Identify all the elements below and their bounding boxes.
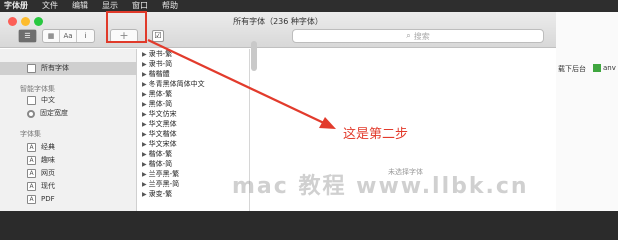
disclosure-triangle-icon[interactable]: ▶ — [142, 171, 147, 178]
window-titlebar: 所有字体（236 种字体） ☰ ▦ Aa i + ☑ ⌕ 搜索 — [0, 12, 556, 48]
screen: 字体册 文件 编辑 显示 窗口 帮助 载下后台 anv 所有字体（236 种字体… — [0, 0, 618, 211]
list-item[interactable]: ▶ 兰亭黑-繁 — [142, 170, 179, 179]
font-collection-icon: A — [27, 156, 36, 165]
font-family-name: 华文宋体 — [148, 140, 177, 148]
sidebar-item-all-fonts[interactable]: 所有字体 — [0, 62, 137, 75]
disclosure-triangle-icon[interactable]: ▶ — [142, 91, 147, 98]
view-mode-segmented: ▦ Aa i — [42, 29, 95, 43]
font-family-name: 冬青黑体简体中文 — [148, 80, 205, 88]
list-item[interactable]: ▶ 楷体-简 — [142, 160, 172, 169]
sample-view-icon[interactable]: Aa — [60, 30, 77, 42]
disclosure-triangle-icon[interactable]: ▶ — [142, 51, 147, 58]
sidebar-view-toggle: ☰ — [18, 29, 37, 43]
background-app-window — [556, 12, 618, 211]
font-collection-icon — [27, 64, 36, 73]
font-family-name: 华文黑体 — [148, 120, 177, 128]
font-family-name: 华文楷体 — [148, 130, 177, 138]
annotation-label: 这是第二步 — [343, 127, 409, 142]
disclosure-triangle-icon[interactable]: ▶ — [142, 61, 147, 68]
smart-collections-heading: 智能字体集 — [20, 85, 55, 93]
menu-help[interactable]: 帮助 — [162, 0, 178, 12]
list-item[interactable]: ▶ 隶书-繁 — [142, 50, 172, 59]
list-item[interactable]: ▶ 华文黑体 — [142, 120, 177, 129]
list-item[interactable]: ▶ 华文宋体 — [142, 140, 177, 149]
disclosure-triangle-icon[interactable]: ▶ — [142, 151, 147, 158]
gear-icon — [27, 109, 35, 118]
font-collection-icon: A — [27, 143, 36, 152]
background-app-text-2: anv — [603, 64, 616, 72]
background-app-text: 载下后台 — [558, 65, 586, 73]
sidebar-item-modern[interactable]: A 现代 — [0, 180, 137, 193]
font-family-name: 隶变-繁 — [148, 190, 173, 198]
list-item[interactable]: ▶ 隶变-繁 — [142, 190, 172, 199]
font-family-name: 黑体-简 — [148, 100, 173, 108]
sidebar-item-label: 所有字体 — [41, 64, 69, 72]
sidebar-item-label: 经典 — [41, 143, 55, 151]
font-family-name: 楷体-繁 — [148, 150, 173, 158]
disclosure-triangle-icon[interactable]: ▶ — [142, 161, 147, 168]
font-collection-icon: A — [27, 169, 36, 178]
sidebar-item-label: 固定宽度 — [40, 109, 68, 117]
sidebar-item-label: 趣味 — [41, 156, 55, 164]
sidebar-item-label: 网页 — [41, 169, 55, 177]
watermark: mac 教程 www.llbk.cn — [232, 174, 529, 199]
search-field[interactable]: ⌕ 搜索 — [292, 29, 544, 43]
list-item[interactable]: ▶ 楷楷體 — [142, 70, 170, 79]
list-item[interactable]: ▶ 华文仿宋 — [142, 110, 177, 119]
disclosure-triangle-icon[interactable]: ▶ — [142, 101, 147, 108]
font-family-name: 隶书-繁 — [148, 50, 173, 58]
font-list-scrollbar[interactable] — [251, 41, 257, 71]
list-item[interactable]: ▶ 黑体-繁 — [142, 90, 172, 99]
sidebar-item-label: PDF — [41, 195, 55, 203]
disclosure-triangle-icon[interactable]: ▶ — [142, 141, 147, 148]
list-item[interactable]: ▶ 冬青黑体简体中文 — [142, 80, 205, 89]
window-title: 所有字体（236 种字体） — [233, 17, 323, 26]
sidebar-item-web[interactable]: A 网页 — [0, 167, 137, 180]
font-family-name: 华文仿宋 — [148, 110, 177, 118]
font-family-name: 楷体-简 — [148, 160, 173, 168]
disclosure-triangle-icon[interactable]: ▶ — [142, 191, 147, 198]
annotation-highlight-box — [106, 11, 147, 43]
list-item[interactable]: ▶ 黑体-简 — [142, 100, 172, 109]
validate-checkbox-icon[interactable]: ☑ — [152, 30, 164, 42]
search-icon: ⌕ — [406, 31, 411, 40]
system-menubar: 字体册 文件 编辑 显示 窗口 帮助 — [0, 0, 618, 12]
menu-file[interactable]: 文件 — [42, 0, 58, 12]
disclosure-triangle-icon[interactable]: ▶ — [142, 111, 147, 118]
list-item[interactable]: ▶ 隶书-简 — [142, 60, 172, 69]
sidebar-toggle-icon[interactable]: ☰ — [19, 30, 36, 42]
font-collection-icon: A — [27, 195, 36, 204]
search-placeholder: 搜索 — [413, 31, 430, 41]
menu-edit[interactable]: 编辑 — [72, 0, 88, 12]
font-family-name: 黑体-繁 — [148, 90, 173, 98]
collections-heading: 字体集 — [20, 130, 41, 138]
grid-view-icon[interactable]: ▦ — [43, 30, 60, 42]
list-item[interactable]: ▶ 兰亭黑-简 — [142, 180, 179, 189]
disclosure-triangle-icon[interactable]: ▶ — [142, 181, 147, 188]
font-family-name: 兰亭黑-简 — [148, 180, 180, 188]
font-family-name: 楷楷體 — [148, 70, 170, 78]
sidebar-item-fixed-width[interactable]: 固定宽度 — [0, 107, 137, 120]
disclosure-triangle-icon[interactable]: ▶ — [142, 121, 147, 128]
sidebar-item-chinese[interactable]: 中文 — [0, 94, 137, 107]
font-family-name: 兰亭黑-繁 — [148, 170, 180, 178]
sidebar: 所有字体 智能字体集 中文 固定宽度 字体集 A 经典 A 趣味 A 网页 A … — [0, 49, 137, 211]
disclosure-triangle-icon[interactable]: ▶ — [142, 81, 147, 88]
info-view-icon[interactable]: i — [77, 30, 94, 42]
disclosure-triangle-icon[interactable]: ▶ — [142, 71, 147, 78]
sidebar-item-label: 中文 — [41, 96, 55, 104]
smart-collection-icon — [27, 96, 36, 105]
list-item[interactable]: ▶ 华文楷体 — [142, 130, 177, 139]
sidebar-item-pdf[interactable]: A PDF — [0, 193, 137, 206]
sidebar-item-classic[interactable]: A 经典 — [0, 141, 137, 154]
menu-app-name[interactable]: 字体册 — [4, 0, 28, 12]
font-family-name: 隶书-简 — [148, 60, 173, 68]
sidebar-item-fun[interactable]: A 趣味 — [0, 154, 137, 167]
list-item[interactable]: ▶ 楷体-繁 — [142, 150, 172, 159]
disclosure-triangle-icon[interactable]: ▶ — [142, 131, 147, 138]
background-app-icon — [593, 64, 601, 72]
font-collection-icon: A — [27, 182, 36, 191]
sidebar-item-label: 现代 — [41, 182, 55, 190]
